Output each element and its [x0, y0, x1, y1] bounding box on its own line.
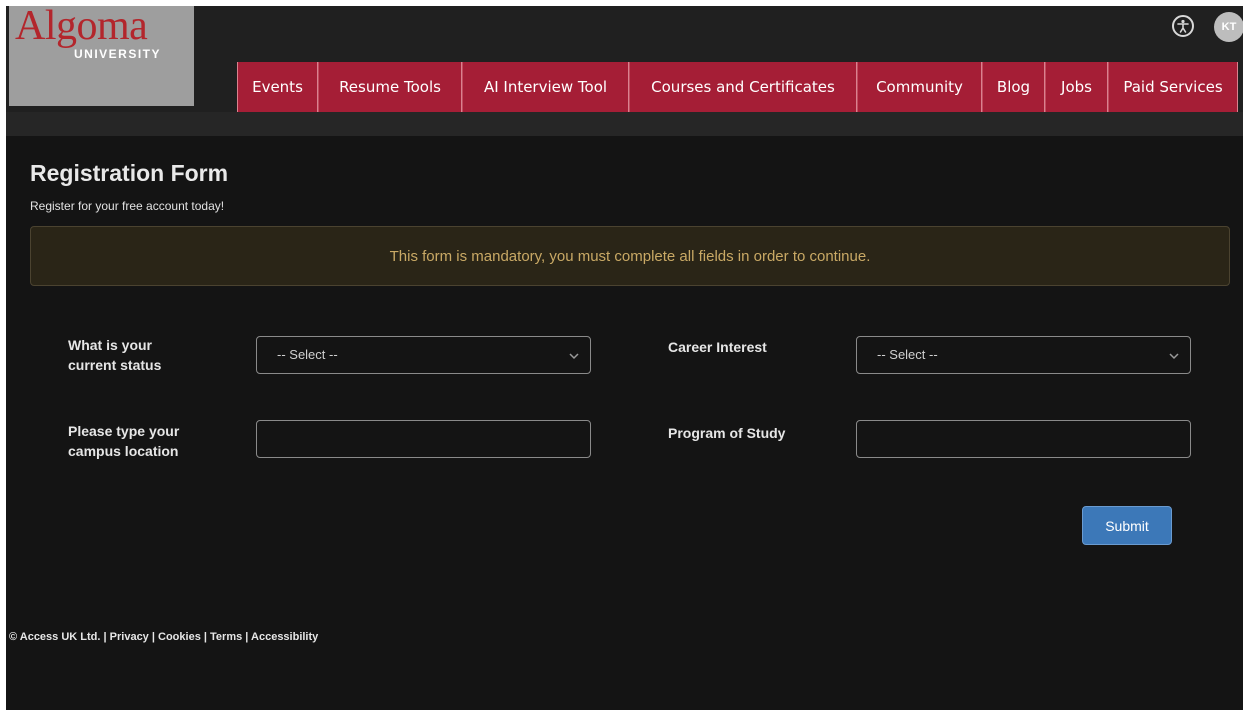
page-subtitle: Register for your free account today!	[30, 199, 225, 213]
nav-community[interactable]: Community	[857, 62, 982, 112]
chevron-down-icon	[1168, 349, 1180, 367]
nav-events[interactable]: Events	[237, 62, 318, 112]
logo-wordmark: Algoma	[15, 6, 148, 49]
footer-terms-link[interactable]: Terms	[210, 631, 242, 643]
footer-separator: |	[245, 631, 249, 643]
campus-label: Please type your campus location	[68, 421, 179, 461]
nav-jobs[interactable]: Jobs	[1045, 62, 1108, 112]
footer: © Access UK Ltd. | Privacy | Cookies | T…	[9, 631, 318, 643]
campus-label-line2: campus location	[68, 443, 179, 459]
campus-location-input[interactable]	[256, 420, 591, 458]
site-header: Algoma UNIVERSITY Events Resume Tools AI I…	[6, 6, 1243, 112]
footer-separator: |	[103, 631, 107, 643]
sub-header-bar	[6, 112, 1243, 136]
status-select-value: -- Select --	[277, 347, 338, 362]
program-of-study-input[interactable]	[856, 420, 1191, 458]
career-select[interactable]: -- Select --	[856, 336, 1191, 374]
app-frame: Algoma UNIVERSITY Events Resume Tools AI I…	[6, 6, 1243, 710]
nav-paid-services[interactable]: Paid Services	[1108, 62, 1238, 112]
footer-cookies-link[interactable]: Cookies	[158, 631, 201, 643]
status-select[interactable]: -- Select --	[256, 336, 591, 374]
user-avatar[interactable]: KT	[1214, 12, 1243, 42]
footer-accessibility-link[interactable]: Accessibility	[251, 631, 318, 643]
program-label: Program of Study	[668, 425, 786, 441]
career-select-value: -- Select --	[877, 347, 938, 362]
status-label: What is your current status	[68, 335, 161, 375]
nav-ai-interview-tool[interactable]: AI Interview Tool	[462, 62, 629, 112]
footer-privacy-link[interactable]: Privacy	[110, 631, 149, 643]
career-label: Career Interest	[668, 339, 767, 355]
accessibility-icon[interactable]	[1172, 15, 1194, 37]
nav-blog[interactable]: Blog	[982, 62, 1045, 112]
footer-separator: |	[151, 631, 155, 643]
main-nav: Events Resume Tools AI Interview Tool Cours…	[237, 62, 1238, 112]
footer-separator: |	[203, 631, 207, 643]
status-label-line1: What is your	[68, 337, 153, 353]
logo-subtitle: UNIVERSITY	[74, 47, 162, 61]
status-label-line2: current status	[68, 357, 162, 373]
campus-label-line1: Please type your	[68, 423, 180, 439]
nav-resume-tools[interactable]: Resume Tools	[318, 62, 462, 112]
nav-courses-and-certificates[interactable]: Courses and Certificates	[629, 62, 857, 112]
alert-text: This form is mandatory, you must complet…	[389, 247, 871, 265]
mandatory-alert: This form is mandatory, you must complet…	[30, 226, 1230, 286]
footer-copyright: © Access UK Ltd.	[9, 631, 101, 643]
page-title: Registration Form	[30, 160, 229, 186]
chevron-down-icon	[568, 349, 580, 367]
university-logo[interactable]: Algoma UNIVERSITY	[9, 6, 194, 106]
submit-button[interactable]: Submit	[1082, 506, 1172, 545]
